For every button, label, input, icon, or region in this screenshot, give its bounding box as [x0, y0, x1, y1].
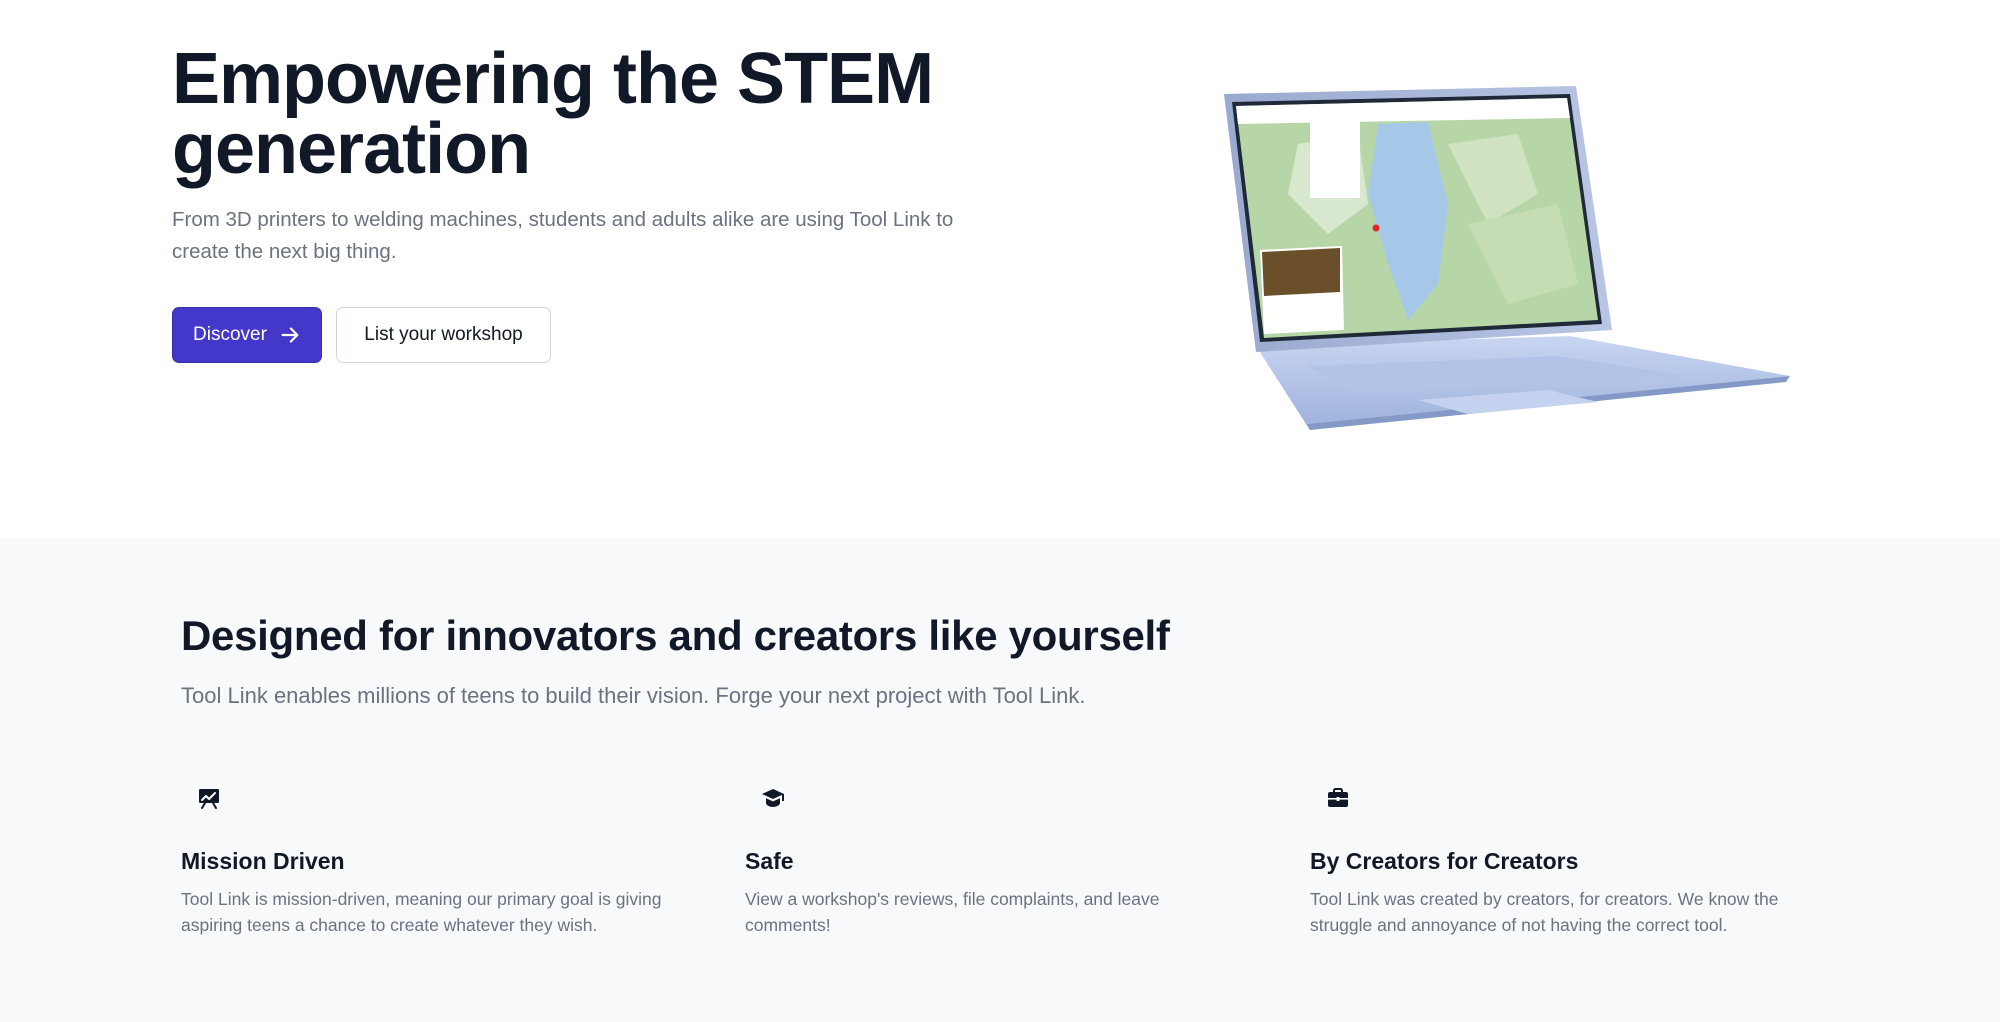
- feature-description: View a workshop's reviews, file complain…: [745, 889, 1160, 935]
- arrow-right-icon: [281, 327, 299, 343]
- briefcase-icon: [1328, 788, 1348, 807]
- features-title: Designed for innovators and creators lik…: [181, 612, 1170, 659]
- features-subtitle: Tool Link enables millions of teens to b…: [181, 683, 1086, 708]
- hero-title: Empowering the STEM generation: [172, 39, 934, 189]
- feature-title: Safe: [745, 848, 794, 874]
- list-workshop-button[interactable]: List your workshop: [336, 307, 551, 363]
- list-workshop-button-label: List your workshop: [364, 324, 523, 345]
- features-section: Designed for innovators and creators lik…: [0, 538, 2000, 1022]
- discover-button-label: Discover: [193, 324, 267, 345]
- graduation-cap-icon: [762, 789, 784, 807]
- hero-section: Empowering the STEM generation From 3D p…: [0, 0, 2000, 538]
- feature-description: Tool Link is mission-driven, meaning our…: [181, 889, 662, 935]
- presentation-chart-icon: [199, 789, 219, 809]
- feature-title: By Creators for Creators: [1310, 848, 1579, 874]
- hero-subtitle: From 3D printers to welding machines, st…: [172, 208, 954, 263]
- laptop-illustration: [1224, 86, 1790, 430]
- feature-title: Mission Driven: [181, 848, 345, 874]
- discover-button[interactable]: Discover: [172, 307, 322, 363]
- feature-description: Tool Link was created by creators, for c…: [1310, 889, 1779, 935]
